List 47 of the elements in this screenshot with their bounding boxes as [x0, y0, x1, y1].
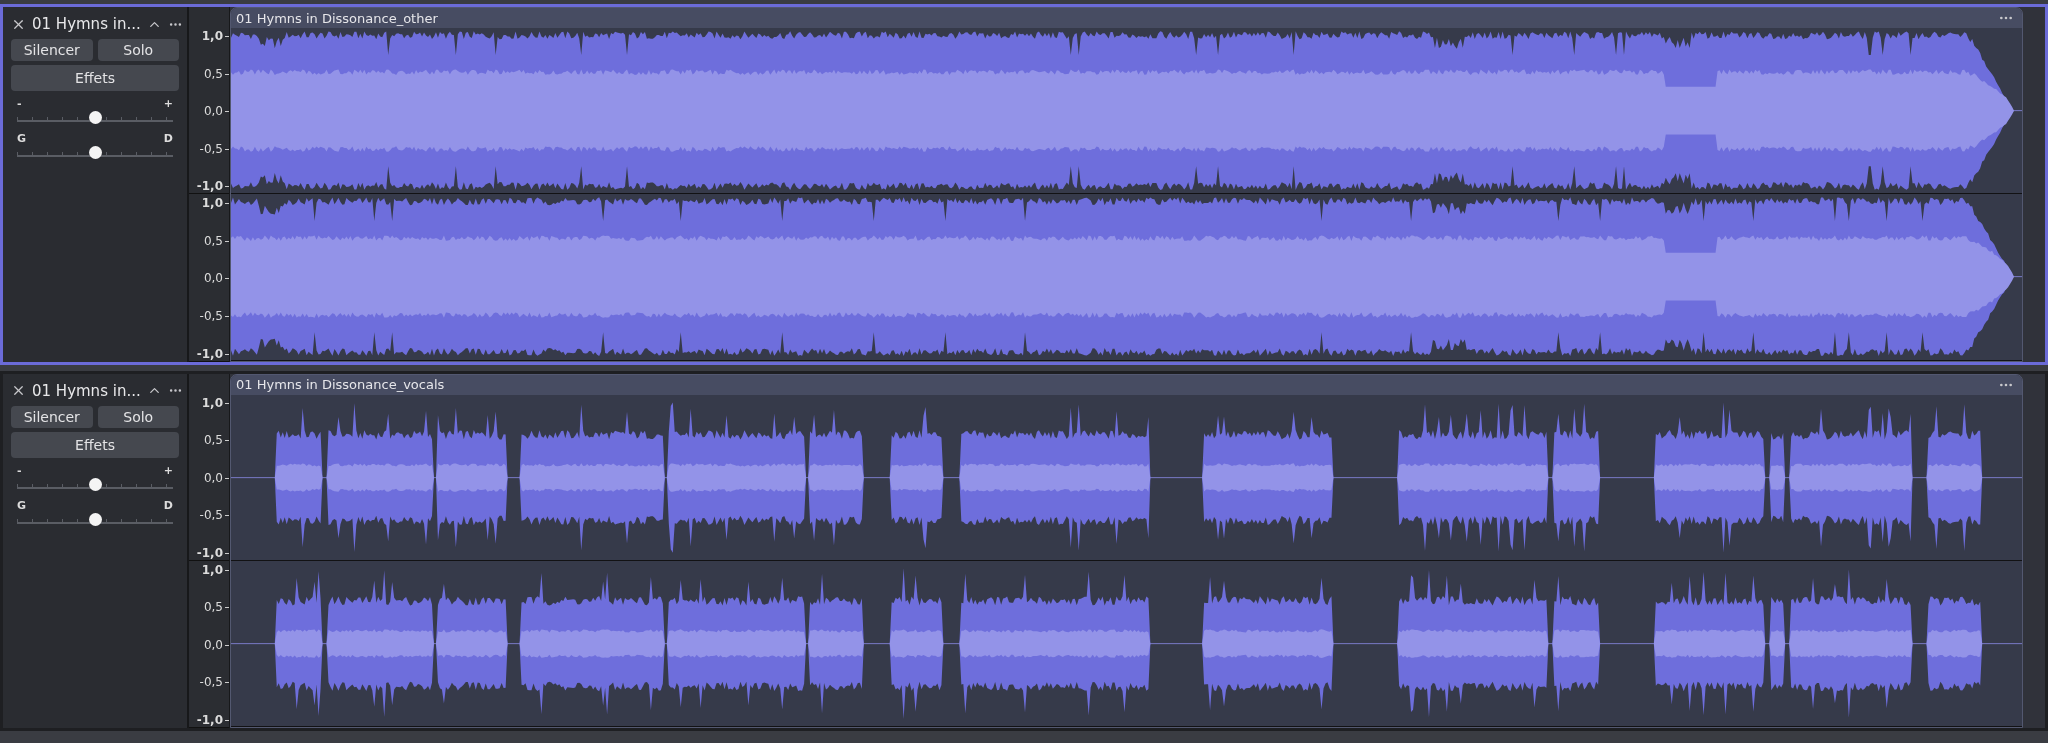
scale-label: -0,5 [199, 675, 229, 690]
close-icon[interactable] [11, 383, 26, 398]
track-name[interactable]: 01 Hymns in... [32, 15, 141, 33]
scale-label: -0,5 [199, 141, 229, 156]
track-panel[interactable]: 01 Hymns in... Silencer Solo Effets - + G D 1,0 0,5 0,0 -0,5 -1,0 1,0 0,5 0,0 -0,5 -1,0 01 Hymns in Dissonance_other [0, 4, 2048, 365]
scale-label: 0,0 [203, 637, 229, 652]
scale-label: 0,5 [203, 433, 229, 448]
scale-label: 0,0 [203, 470, 229, 485]
scale-label: 1,0 [201, 562, 229, 577]
right-label: D [163, 498, 173, 512]
slider-thumb[interactable] [88, 477, 102, 491]
effects-button[interactable]: Effets [11, 65, 179, 91]
clip-title[interactable]: 01 Hymns in Dissonance_other [236, 10, 438, 26]
solo-button[interactable]: Solo [97, 405, 179, 428]
scale-label: -1,0 [196, 545, 229, 560]
scale-label: 0,5 [203, 233, 229, 248]
plus-label: + [163, 463, 173, 477]
scale-label: 0,5 [203, 66, 229, 81]
right-label: D [163, 132, 173, 145]
scale-label: 0,0 [203, 104, 229, 119]
audio-clip[interactable]: 01 Hymns in Dissonance_vocals [230, 373, 2023, 728]
scale-label: 1,0 [201, 29, 229, 43]
scale-label: -1,0 [196, 713, 229, 727]
scale-label: -0,5 [199, 508, 229, 523]
scale-label: 1,0 [201, 196, 229, 211]
scale-label: -1,0 [196, 179, 229, 194]
minus-label: - [17, 463, 22, 477]
slider-thumb[interactable] [88, 146, 102, 159]
slider-thumb[interactable] [88, 512, 102, 526]
left-label: G [17, 132, 27, 145]
audio-clip[interactable]: 01 Hymns in Dissonance_other [230, 7, 2023, 362]
track-panel[interactable]: 01 Hymns in... Silencer Solo Effets - + G D 1,0 0,5 0,0 -0,5 -1,0 1,0 0,5 0,0 -0,5 -1,0 01 Hymns in Dissonance_vocals [0, 370, 2048, 731]
slider-thumb[interactable] [88, 111, 102, 124]
scale-label: -1,0 [196, 346, 229, 361]
track-name[interactable]: 01 Hymns in... [32, 381, 141, 400]
mute-button[interactable]: Silencer [11, 405, 93, 428]
solo-button[interactable]: Solo [97, 39, 179, 61]
plus-label: + [163, 97, 173, 110]
mute-button[interactable]: Silencer [11, 39, 93, 61]
scale-label: 0,5 [203, 600, 229, 615]
scale-label: 1,0 [201, 395, 229, 410]
scale-label: 0,0 [203, 271, 229, 286]
clip-title[interactable]: 01 Hymns in Dissonance_vocals [236, 377, 445, 392]
minus-label: - [17, 97, 22, 110]
effects-button[interactable]: Effets [11, 431, 179, 458]
left-label: G [17, 498, 27, 512]
scale-label: -0,5 [199, 308, 229, 323]
